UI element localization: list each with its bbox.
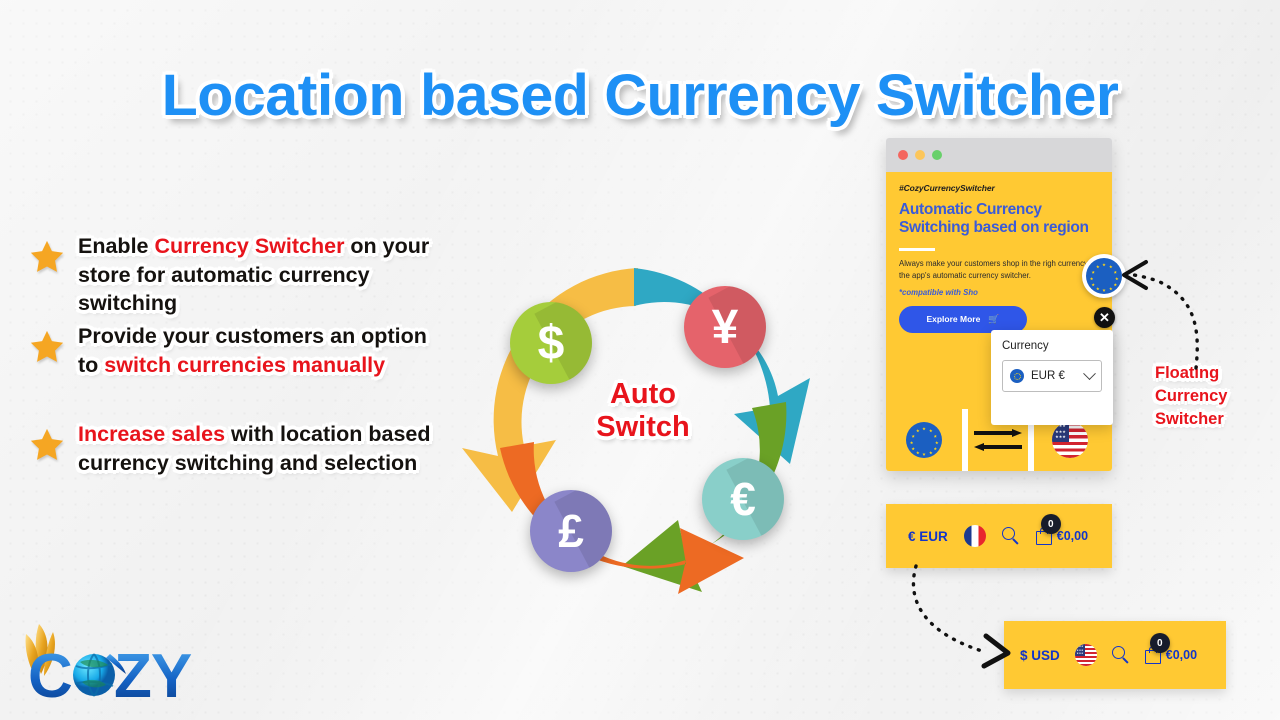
usd-cart-count: 0 bbox=[1149, 633, 1170, 653]
explore-more-label: Explore More bbox=[926, 314, 981, 325]
exchange-arrows bbox=[968, 428, 1028, 452]
gbp-symbol: £ bbox=[558, 505, 584, 557]
feature-bullet-3-text: Increase sales with location based curre… bbox=[78, 420, 453, 477]
mockup-compat-note: *compatible with Sho bbox=[899, 287, 978, 297]
eur-cart[interactable]: 0 €0,00 bbox=[1035, 514, 1089, 545]
mockup-heading: Automatic Currency Switching based on re… bbox=[899, 201, 1089, 237]
poster-canvas: Location based Currency Switcher Enable … bbox=[0, 0, 1280, 720]
star-icon bbox=[30, 330, 64, 362]
feature-bullet-3: Increase sales with location based curre… bbox=[28, 420, 453, 477]
usd-coin: $ bbox=[510, 302, 592, 384]
close-icon[interactable]: ✕ bbox=[1094, 307, 1115, 328]
window-minimize-dot[interactable] bbox=[915, 150, 925, 160]
auto-switch-cycle-diagram: $ ¥ € £ Auto Switch bbox=[452, 250, 828, 594]
heading-divider bbox=[899, 247, 935, 251]
usd-symbol: $ bbox=[537, 316, 565, 370]
fr-flag-icon[interactable] bbox=[963, 525, 986, 547]
eu-flag-icon bbox=[906, 422, 942, 458]
us-flag-icon bbox=[1052, 422, 1088, 458]
eur-store-header-bar: € EUR 0 €0,00 bbox=[886, 504, 1112, 568]
bullet2-seg1: switch currencies manually bbox=[104, 352, 386, 377]
hashtag-text: #CozyCurrencySwitcher bbox=[899, 183, 995, 193]
cycle-center-line2: Switch bbox=[596, 411, 690, 444]
eur-symbol: € bbox=[730, 473, 756, 525]
bullet3-seg0: Increase sales bbox=[78, 422, 226, 446]
arrow-right-icon bbox=[974, 428, 1022, 438]
eu-stars bbox=[906, 422, 942, 458]
us-flag-icon[interactable] bbox=[1074, 644, 1097, 666]
currency-select[interactable]: EUR € bbox=[1002, 360, 1102, 392]
eur-cart-count: 0 bbox=[1040, 514, 1061, 534]
cycle-center-label: Auto Switch bbox=[548, 378, 738, 445]
eu-flag-icon bbox=[1086, 258, 1122, 294]
cycle-center-line1: Auto bbox=[609, 378, 677, 410]
eur-cart-amount: €0,00 bbox=[1056, 529, 1089, 543]
search-icon[interactable] bbox=[1001, 527, 1020, 545]
currency-switcher-popup: Currency EUR € bbox=[991, 330, 1113, 425]
star-icon bbox=[30, 240, 64, 272]
search-icon[interactable] bbox=[1111, 646, 1130, 664]
jpy-symbol: ¥ bbox=[711, 300, 739, 354]
feature-bullet-2: Provide your customers an option to swit… bbox=[28, 322, 453, 379]
cozy-logo: C ZY bbox=[25, 624, 193, 711]
browser-content: #CozyCurrencySwitcher Automatic Currency… bbox=[886, 172, 1112, 471]
feature-bullet-1: Enable Currency Switcher on your store f… bbox=[28, 232, 453, 318]
close-glyph: ✕ bbox=[1099, 310, 1110, 325]
feature-bullet-2-text: Provide your customers an option to swit… bbox=[78, 322, 453, 379]
bullet1-seg1: Currency Switcher bbox=[154, 234, 345, 258]
eu-stars bbox=[1086, 258, 1122, 294]
usd-cart-amount: €0,00 bbox=[1165, 648, 1198, 662]
floating-switcher-callout: Floating Currency Switcher bbox=[1155, 364, 1228, 428]
eu-flag-cell bbox=[886, 409, 962, 471]
floating-switcher-badge[interactable] bbox=[1082, 254, 1126, 298]
page-title: Location based Currency Switcher bbox=[161, 63, 1119, 128]
mockup-body-text: Always make your customers shop in the r… bbox=[899, 258, 1109, 281]
svg-text:ZY: ZY bbox=[114, 642, 192, 711]
usd-cart[interactable]: 0 €0,00 bbox=[1144, 633, 1198, 664]
currency-selected-value: EUR € bbox=[1031, 370, 1065, 382]
jpy-coin: ¥ bbox=[684, 286, 766, 368]
window-maximize-dot[interactable] bbox=[932, 150, 942, 160]
currency-label: Currency bbox=[1002, 340, 1049, 352]
star-icon bbox=[30, 428, 64, 460]
eur-currency-code[interactable]: € EUR bbox=[908, 529, 948, 544]
arrow-left-icon bbox=[974, 442, 1022, 452]
usd-store-header-bar: $ USD 0 €0,00 bbox=[1004, 621, 1226, 689]
explore-more-button[interactable]: Explore More 🛒 bbox=[899, 305, 1027, 333]
window-close-dot[interactable] bbox=[898, 150, 908, 160]
cart-icon: 🛒 bbox=[988, 313, 1000, 324]
browser-titlebar bbox=[886, 138, 1112, 172]
svg-text:C: C bbox=[28, 642, 72, 711]
eu-flag-icon bbox=[1010, 369, 1024, 383]
feature-bullet-1-text: Enable Currency Switcher on your store f… bbox=[78, 232, 453, 318]
usd-currency-code[interactable]: $ USD bbox=[1020, 648, 1060, 663]
gbp-coin: £ bbox=[530, 490, 612, 572]
chevron-down-icon bbox=[1083, 366, 1096, 380]
eur-coin: € bbox=[702, 458, 784, 540]
bullet1-seg0: Enable bbox=[78, 234, 155, 258]
